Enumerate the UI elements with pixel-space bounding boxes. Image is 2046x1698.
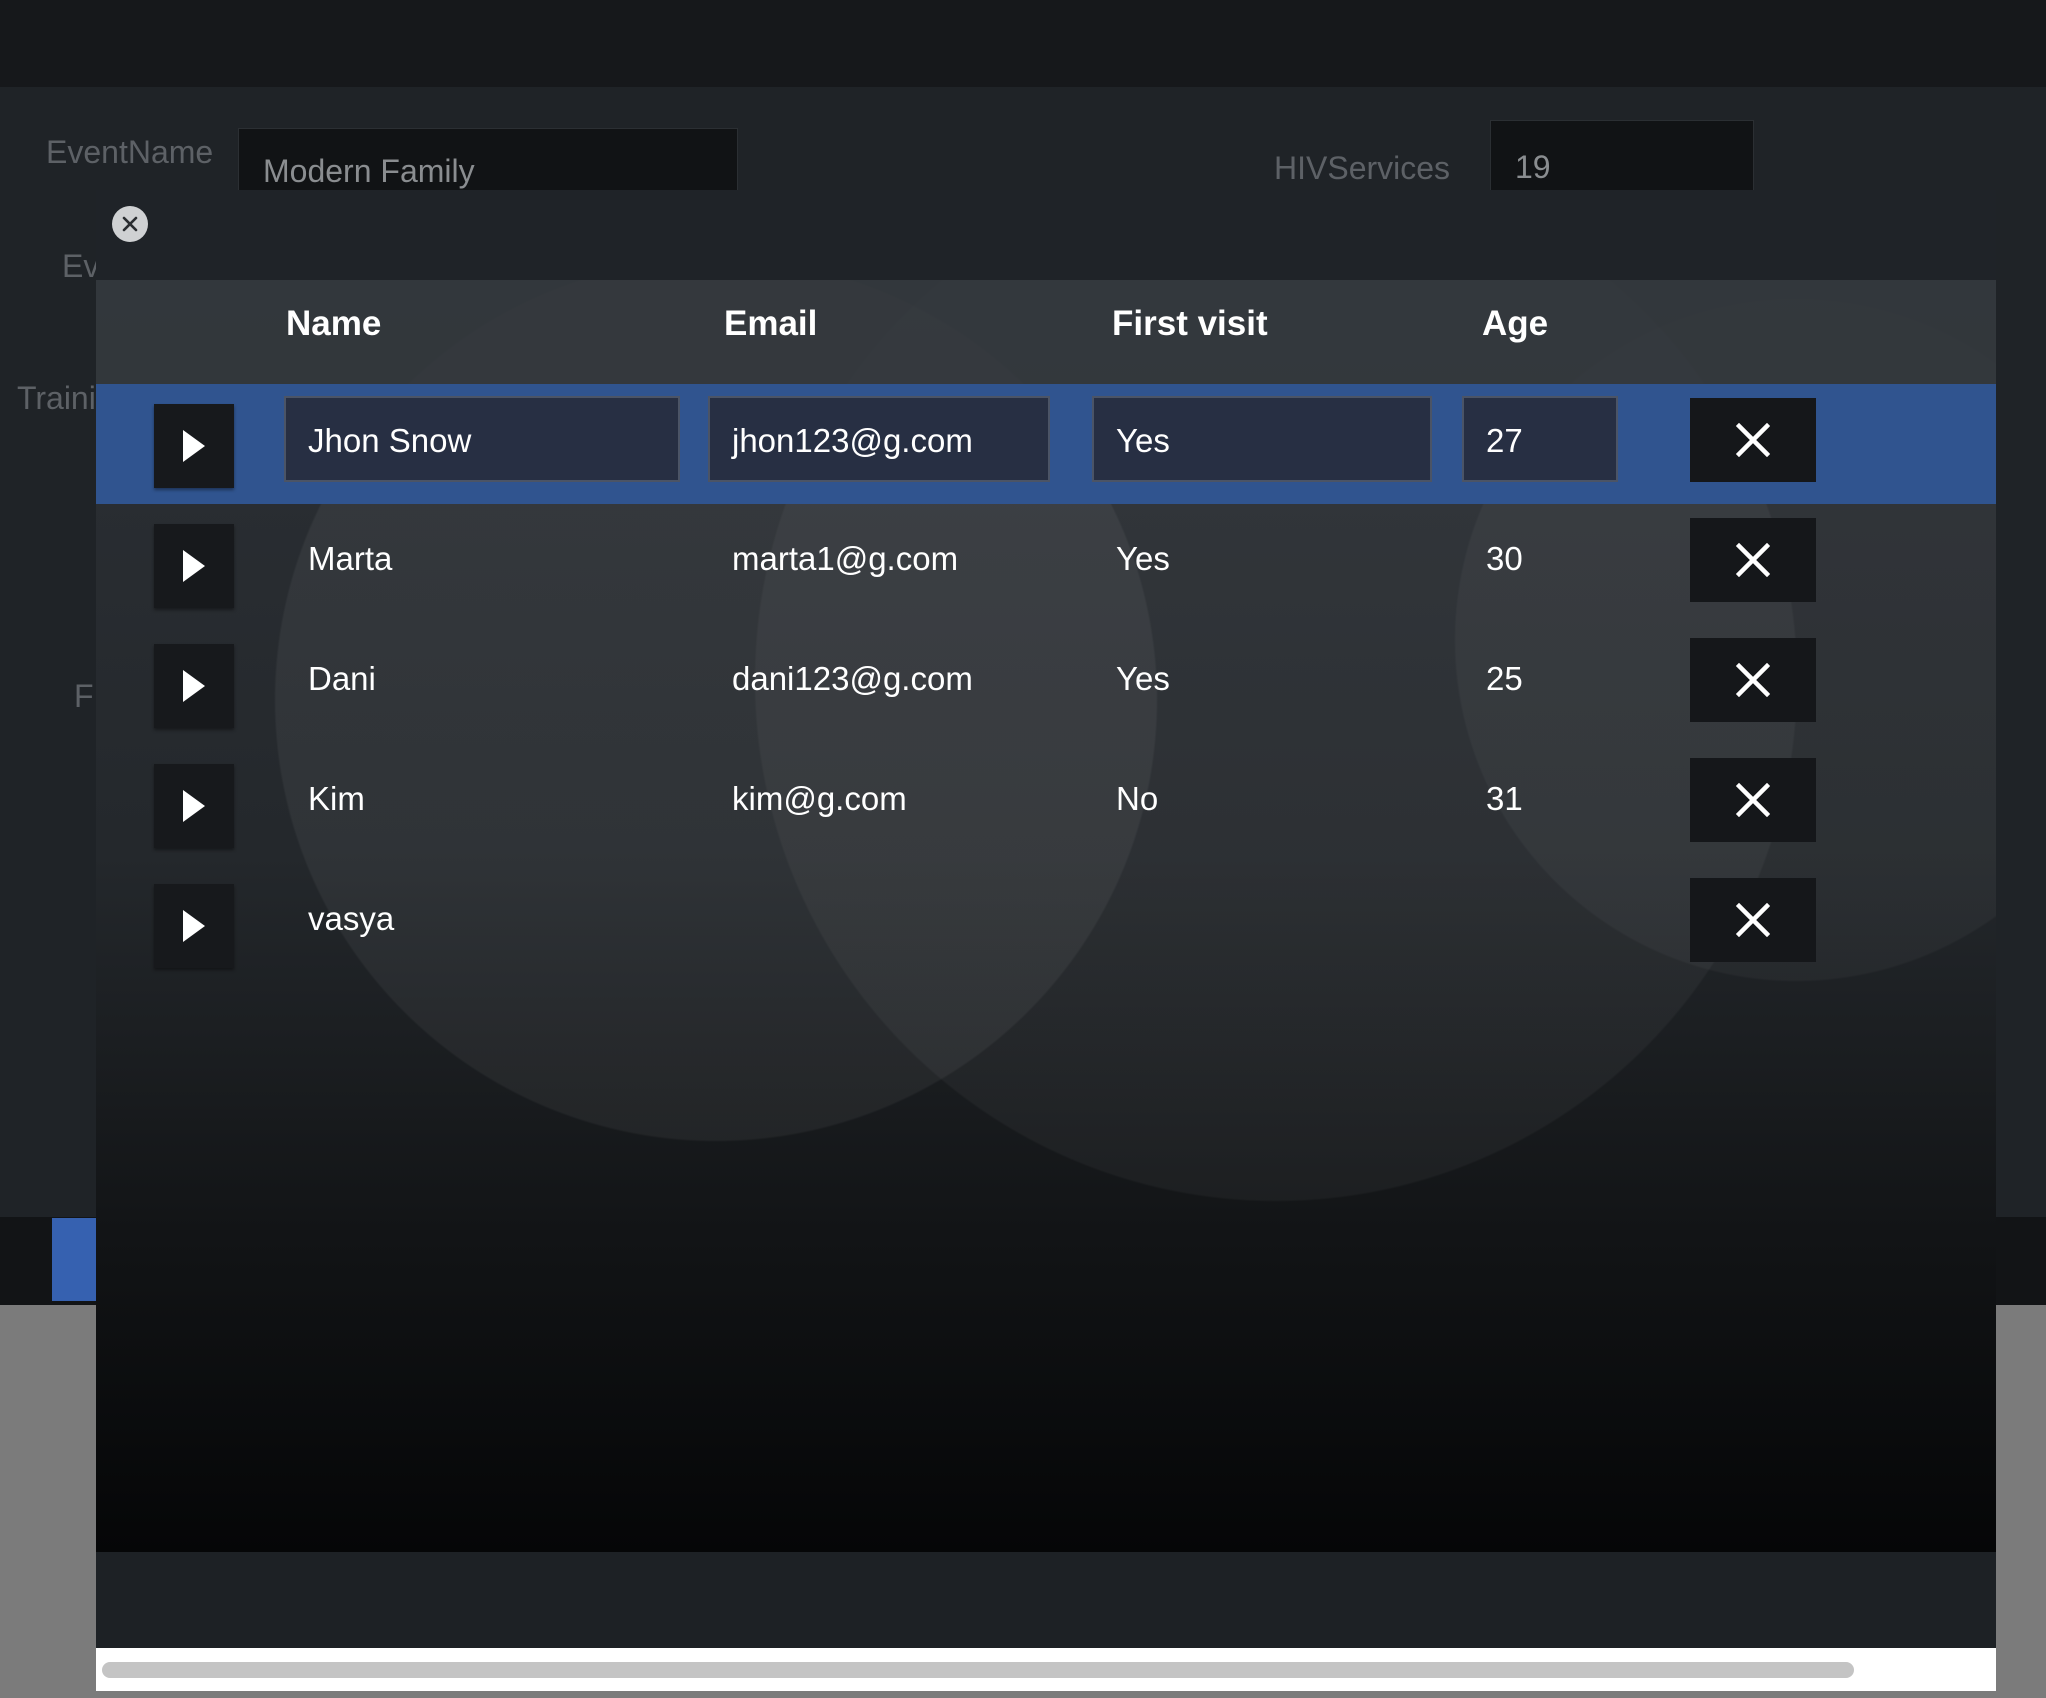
x-icon: [1736, 423, 1770, 457]
delete-row-button[interactable]: [1690, 518, 1816, 602]
table-row[interactable]: vasya: [96, 864, 1996, 984]
name-cell: vasya: [308, 900, 395, 937]
delete-row-button[interactable]: [1690, 758, 1816, 842]
email-cell: kim@g.com: [732, 780, 907, 817]
modal-footer: [96, 1552, 1996, 1648]
play-triangle-icon: [183, 910, 205, 942]
table-row[interactable]: Kim kim@g.com No 31: [96, 744, 1996, 864]
expand-row-button[interactable]: [154, 404, 234, 488]
age-cell: 31: [1486, 780, 1523, 817]
email-cell: marta1@g.com: [732, 540, 959, 577]
first-visit-cell: [1092, 876, 1432, 962]
attendees-modal: Name Email First visit Age Jhon Snow jho…: [96, 190, 1996, 1691]
background-topbar: [0, 0, 2046, 87]
column-header-name[interactable]: Name: [286, 280, 381, 384]
column-header-email[interactable]: Email: [724, 280, 817, 384]
hiv-services-input[interactable]: 19: [1490, 120, 1754, 192]
age-cell: 30: [1486, 540, 1523, 577]
first-visit-edit-field[interactable]: Yes: [1092, 396, 1432, 482]
truncated-label-f: F: [74, 678, 94, 714]
grid-header: Name Email First visit Age: [96, 280, 1996, 384]
column-header-age[interactable]: Age: [1482, 280, 1548, 384]
event-name-input[interactable]: Modern Family: [238, 128, 738, 192]
x-icon: [1736, 783, 1770, 817]
name-cell: Kim: [308, 780, 365, 817]
table-row-selected[interactable]: Jhon Snow jhon123@g.com Yes 27: [96, 384, 1996, 504]
horizontal-scrollbar[interactable]: [96, 1648, 1996, 1691]
delete-row-button[interactable]: [1690, 398, 1816, 482]
name-cell: Dani: [308, 660, 376, 697]
expand-row-button[interactable]: [154, 764, 234, 848]
hiv-services-label: HIVServices: [1274, 150, 1451, 186]
expand-row-button[interactable]: [154, 644, 234, 728]
x-icon: [1736, 543, 1770, 577]
first-visit-cell: Yes: [1116, 660, 1170, 697]
delete-row-button[interactable]: [1690, 878, 1816, 962]
name-edit-field[interactable]: Jhon Snow: [284, 396, 680, 482]
truncated-label-train: Traini: [17, 380, 96, 416]
play-triangle-icon: [183, 670, 205, 702]
table-row[interactable]: Dani dani123@g.com Yes 25: [96, 624, 1996, 744]
age-cell: 25: [1486, 660, 1523, 697]
age-edit-field[interactable]: 27: [1462, 396, 1618, 482]
truncated-label-ev: Ev: [62, 248, 100, 284]
age-cell: [1462, 876, 1618, 962]
expand-row-button[interactable]: [154, 884, 234, 968]
app-root: EventName Modern Family HIVServices 19 E…: [0, 0, 2046, 1698]
delete-row-button[interactable]: [1690, 638, 1816, 722]
email-cell: dani123@g.com: [732, 660, 973, 697]
email-cell: [708, 876, 1050, 962]
x-icon: [1736, 903, 1770, 937]
close-icon: [122, 216, 138, 232]
x-icon: [1736, 663, 1770, 697]
first-visit-cell: Yes: [1116, 540, 1170, 577]
column-header-first-visit[interactable]: First visit: [1112, 280, 1268, 384]
first-visit-cell: No: [1116, 780, 1159, 817]
table-row[interactable]: Marta marta1@g.com Yes 30: [96, 504, 1996, 624]
play-triangle-icon: [183, 790, 205, 822]
email-edit-field[interactable]: jhon123@g.com: [708, 396, 1050, 482]
play-triangle-icon: [183, 430, 205, 462]
modal-close-button[interactable]: [112, 206, 148, 242]
attendees-grid: Name Email First visit Age Jhon Snow jho…: [96, 280, 1996, 1552]
name-cell: Marta: [308, 540, 393, 577]
modal-titlebar: [96, 190, 1996, 280]
scrollbar-thumb[interactable]: [102, 1662, 1854, 1678]
play-triangle-icon: [183, 550, 205, 582]
event-name-label: EventName: [46, 134, 214, 170]
expand-row-button[interactable]: [154, 524, 234, 608]
